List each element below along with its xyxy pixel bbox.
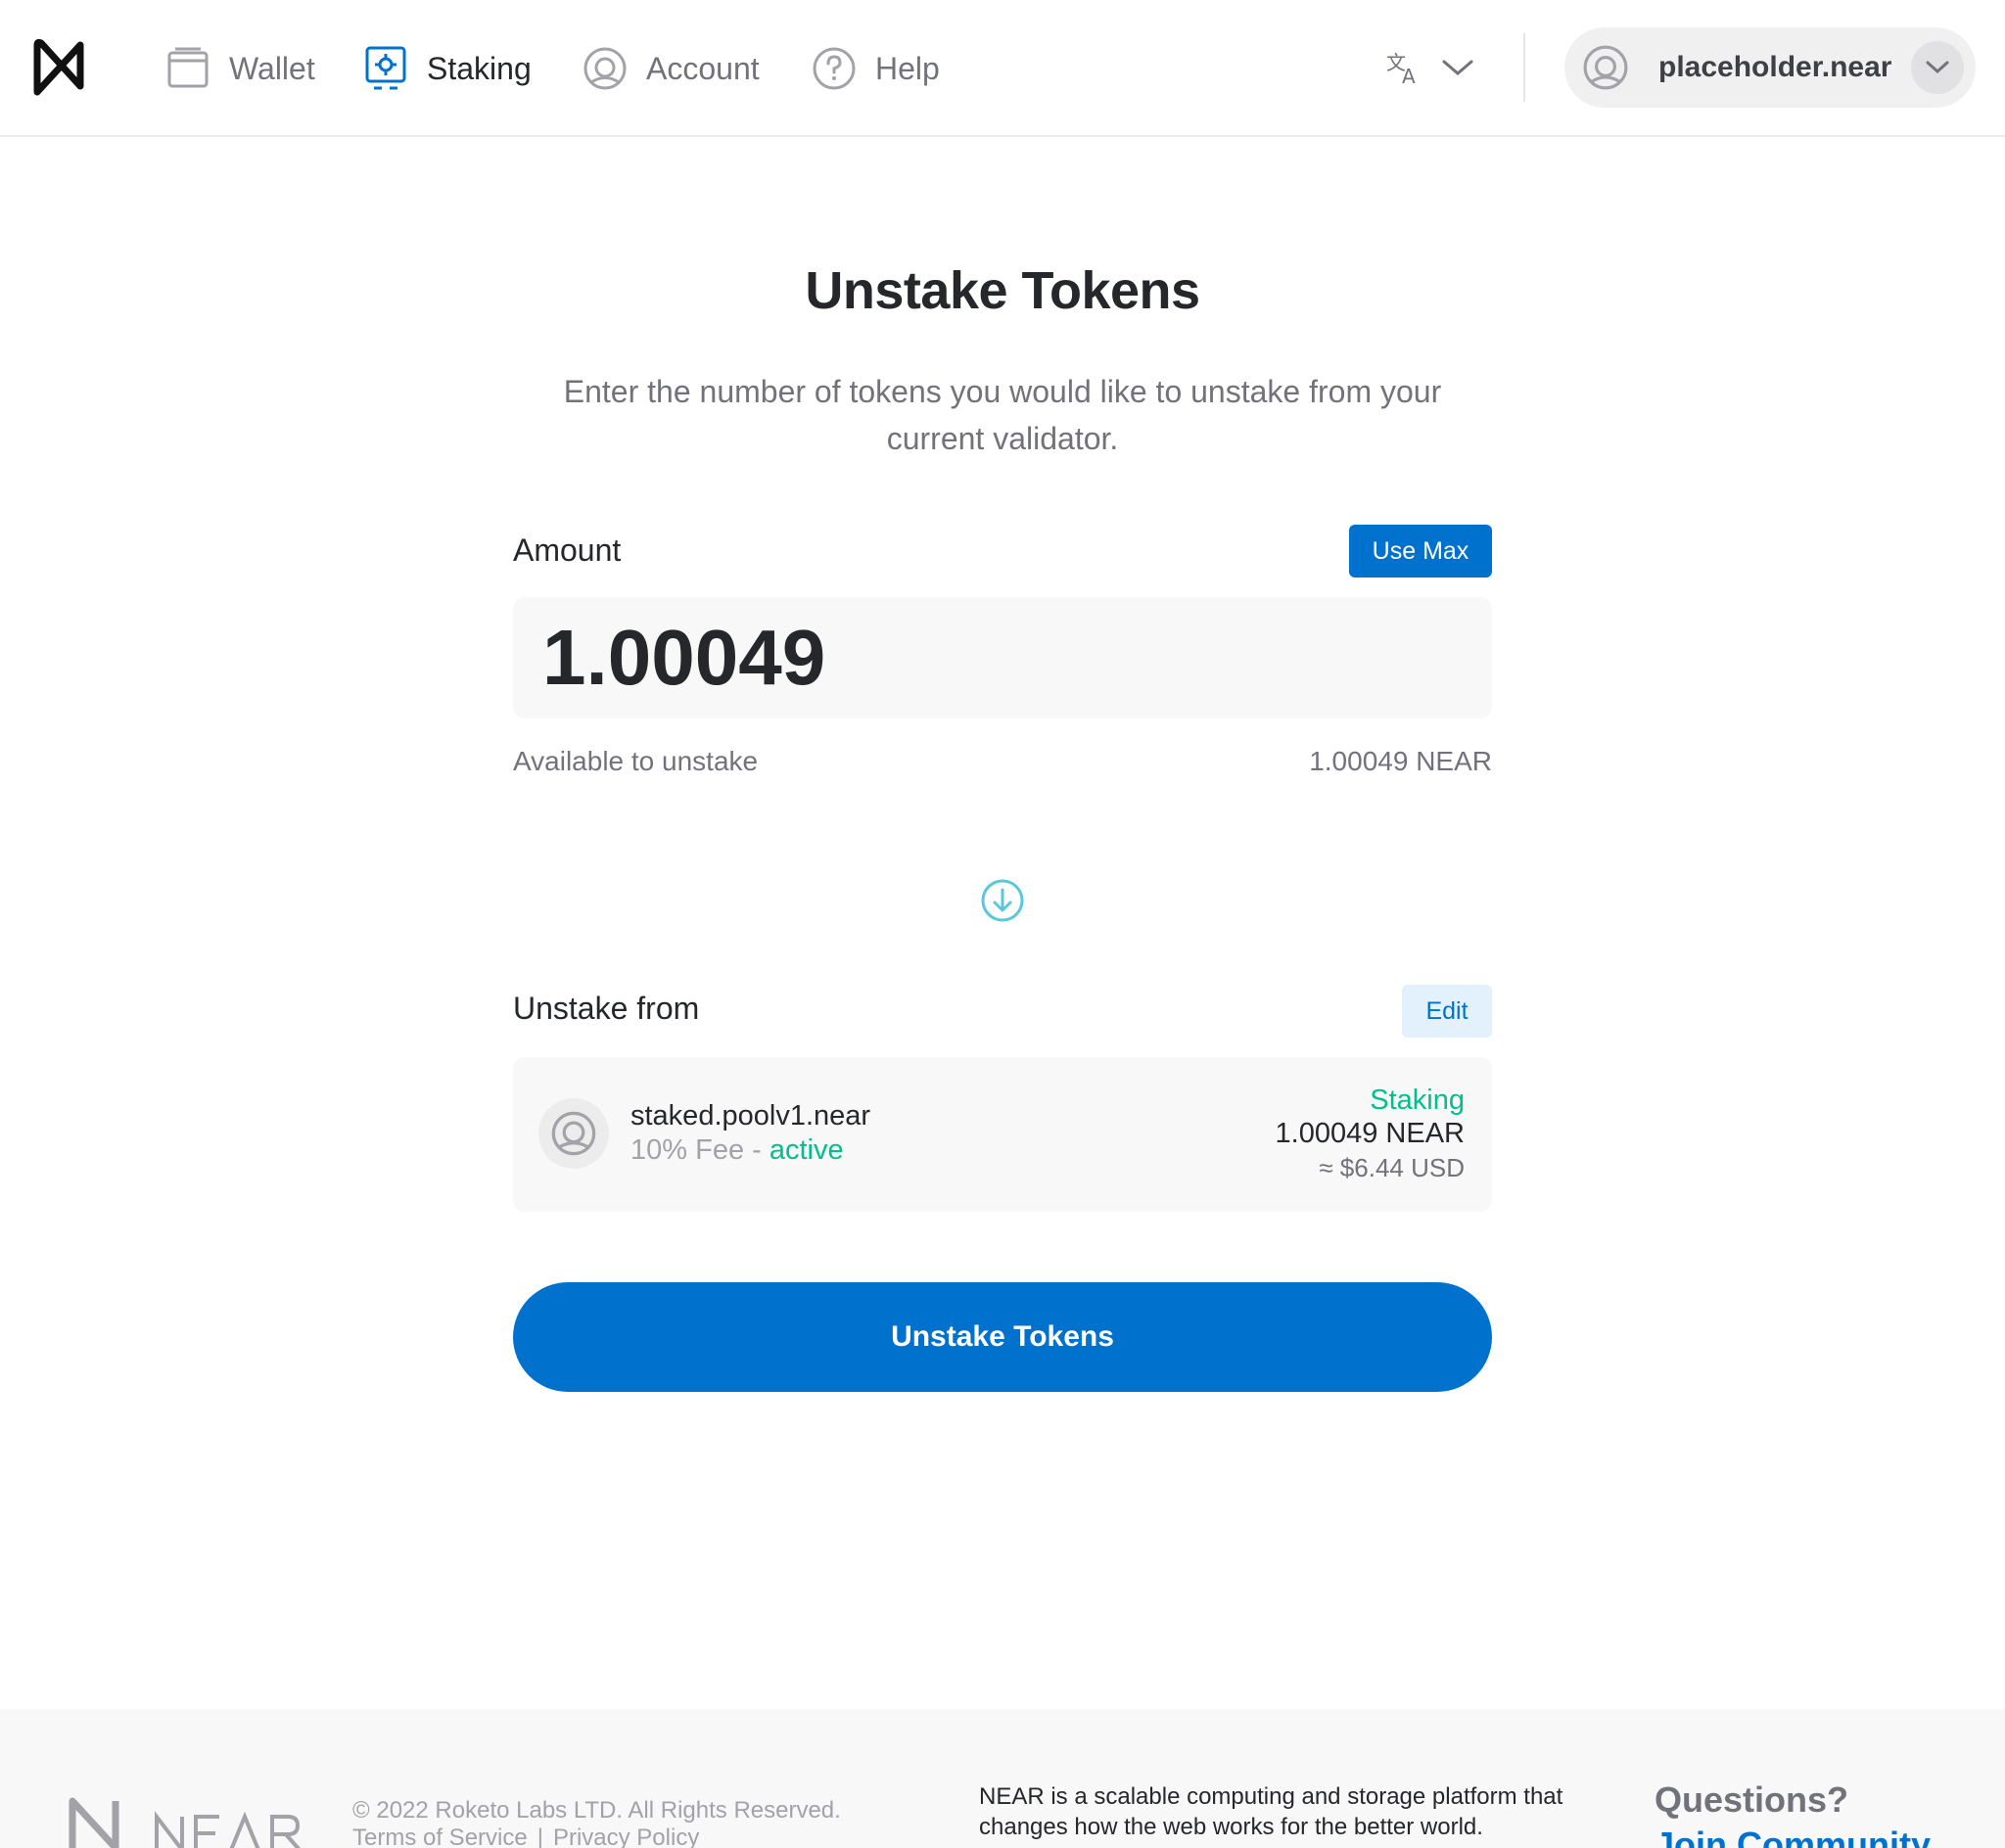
chevron-down-icon [1911,41,1964,94]
header-divider [1523,33,1525,102]
unstake-tokens-button[interactable]: Unstake Tokens [513,1282,1492,1392]
validator-card[interactable]: staked.poolv1.near 10% Fee - active Stak… [513,1057,1492,1212]
validator-fee-text: 10% Fee - [630,1134,769,1166]
terms-link[interactable]: Terms of Service [352,1825,528,1848]
svg-text:A: A [1402,65,1416,87]
help-icon [811,45,858,92]
nav-wallet[interactable]: Wallet [164,39,315,98]
account-icon [582,45,629,92]
footer: © 2022 Roketo Labs LTD. All Rights Reser… [0,1709,2005,1848]
edit-validator-button[interactable]: Edit [1402,985,1492,1038]
nav-staking[interactable]: Staking [362,39,532,98]
validator-name: staked.poolv1.near [630,1100,871,1132]
account-name: placeholder.near [1658,51,1892,83]
amount-label: Amount [513,532,622,568]
privacy-link[interactable]: Privacy Policy [553,1825,699,1848]
nav-staking-label: Staking [427,50,532,86]
staking-icon [362,45,409,92]
wallet-icon [164,45,211,92]
page-title: Unstake Tokens [805,261,1200,320]
footer-link-divider: | [536,1825,543,1848]
unstake-from-label: Unstake from [513,991,700,1026]
footer-questions: Questions? [1655,1779,1849,1820]
nav-wallet-label: Wallet [229,50,315,86]
amount-field-container [513,597,1492,718]
nav-account-label: Account [646,50,760,86]
validator-avatar-icon [538,1098,609,1169]
near-logo-icon[interactable] [29,37,92,100]
available-value: 1.00049 NEAR [1309,746,1492,776]
staking-status-label: Staking [1370,1085,1465,1116]
join-community-link[interactable]: Join Community [1655,1825,1931,1848]
nav-help-label: Help [875,50,940,86]
account-menu-button[interactable]: placeholder.near [1564,27,1976,108]
page-description: Enter the number of tokens you would lik… [563,374,1442,456]
near-wordmark-logo [69,1795,313,1848]
top-nav-bar: Wallet Staking Account Help 文A placehold… [0,0,2005,137]
staked-usd-value: ≈ $6.44 USD [1319,1153,1465,1182]
validator-status: active [769,1134,844,1166]
footer-about: NEAR is a scalable computing and storage… [979,1783,1563,1840]
use-max-button[interactable]: Use Max [1349,525,1492,578]
available-label: Available to unstake [513,746,759,776]
language-selector[interactable]: 文A [1384,45,1474,94]
nav-help[interactable]: Help [811,39,940,98]
avatar-icon [1582,44,1629,91]
validator-fee: 10% Fee - active [630,1134,844,1167]
footer-links: Terms of Service | Privacy Policy [352,1825,699,1848]
chevron-down-icon [1441,58,1474,82]
amount-input[interactable] [542,597,1463,718]
footer-copyright: © 2022 Roketo Labs LTD. All Rights Reser… [352,1797,841,1824]
translate-icon: 文A [1384,48,1423,92]
staked-amount: 1.00049 NEAR [1275,1118,1465,1149]
arrow-down-circle-icon [979,877,1026,924]
nav-account[interactable]: Account [582,39,760,98]
